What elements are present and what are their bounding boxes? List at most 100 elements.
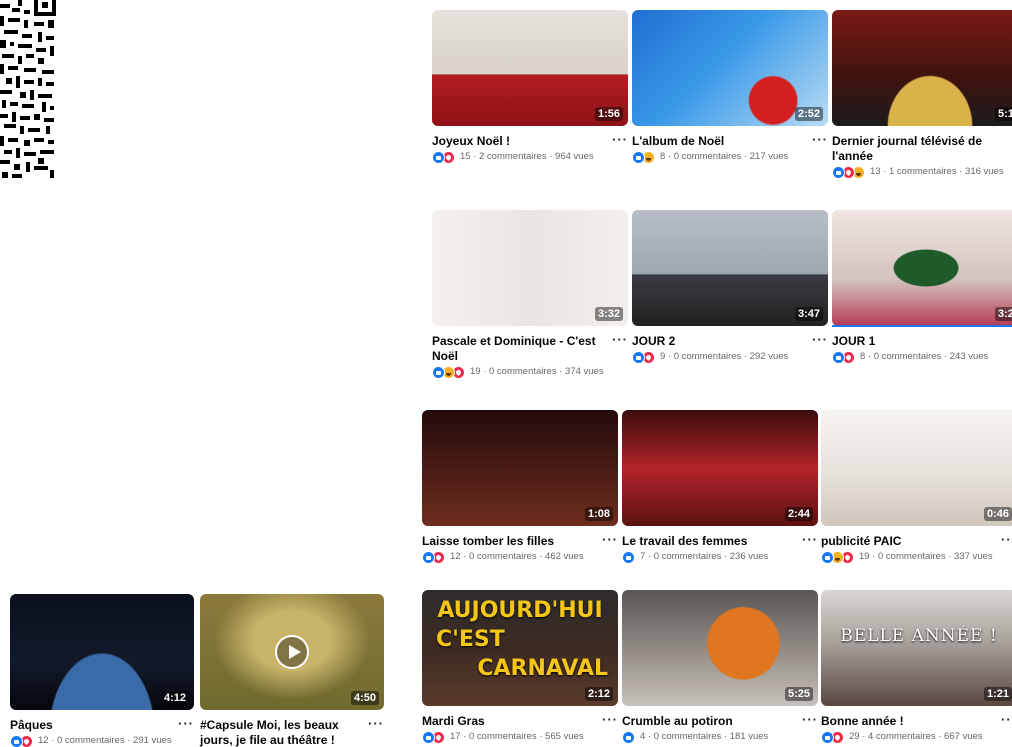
video-duration: 3:47	[794, 307, 823, 321]
video-title[interactable]: #Capsule Moi, les beaux jours, je file a…	[200, 718, 362, 747]
video-stats: 9 · 0 commentaires · 292 vues	[632, 351, 806, 364]
reaction-icons	[632, 351, 655, 364]
like-reaction-icon	[422, 551, 435, 564]
video-duration: 1:21	[983, 687, 1012, 701]
overlay-text: C'EST	[436, 627, 505, 652]
video-card[interactable]: 4:12 Pâques ··· 12 · 0 commentaires · 29…	[10, 594, 194, 747]
more-options-icon[interactable]: ···	[802, 712, 818, 727]
more-options-icon[interactable]: ···	[602, 532, 618, 547]
video-thumbnail[interactable]: 5:25	[622, 590, 818, 706]
video-card[interactable]: 2:44 Le travail des femmes ··· 7 · 0 com…	[622, 410, 818, 564]
like-reaction-icon	[632, 351, 645, 364]
video-card[interactable]: 2:52 L'album de Noël ··· 8 · 0 commentai…	[632, 10, 828, 164]
video-thumbnail[interactable]: 5:10	[832, 10, 1012, 126]
video-title[interactable]: publicité PAIC	[821, 534, 995, 549]
video-duration: 4:12	[160, 691, 189, 705]
like-reaction-icon	[832, 166, 845, 179]
video-stats: 29 · 4 commentaires · 667 vues	[821, 731, 995, 744]
video-stats-text: 19 · 0 commentaires · 337 vues	[859, 551, 993, 562]
video-duration: 5:10	[994, 107, 1012, 121]
reaction-icons	[432, 151, 455, 164]
video-title[interactable]: Mardi Gras	[422, 714, 596, 729]
video-thumbnail[interactable]: 0:46	[821, 410, 1012, 526]
video-title[interactable]: Bonne année !	[821, 714, 995, 729]
video-title[interactable]: Pascale et Dominique - C'est Noël	[432, 334, 606, 364]
video-thumbnail[interactable]: 4:12	[10, 594, 194, 710]
video-title[interactable]: Dernier journal télévisé de l'année	[832, 134, 1006, 164]
video-card[interactable]: 5:10 Dernier journal télévisé de l'année…	[832, 10, 1012, 179]
video-stats-text: 19 · 0 commentaires · 374 vues	[470, 366, 604, 377]
video-title[interactable]: L'album de Noël	[632, 134, 806, 149]
more-options-icon[interactable]: ···	[612, 332, 628, 347]
more-options-icon[interactable]: ···	[178, 716, 194, 731]
video-card[interactable]: 0:46 publicité PAIC ··· 19 · 0 commentai…	[821, 410, 1012, 564]
video-card[interactable]: 1:08 Laisse tomber les filles ··· 12 · 0…	[422, 410, 618, 564]
more-options-icon[interactable]: ···	[802, 532, 818, 547]
video-thumbnail[interactable]: 3:47	[632, 210, 828, 326]
more-options-icon[interactable]: ···	[368, 716, 384, 731]
video-card[interactable]: 5:25 Crumble au potiron ··· 4 · 0 commen…	[622, 590, 818, 744]
reaction-icons	[632, 151, 655, 164]
video-card[interactable]: 3:32 Pascale et Dominique - C'est Noël ·…	[432, 210, 628, 379]
video-thumbnail[interactable]: 3:25	[832, 210, 1012, 326]
reaction-icons	[832, 166, 865, 179]
play-icon[interactable]	[275, 635, 309, 669]
more-options-icon[interactable]: ···	[1001, 712, 1012, 727]
video-duration: 1:08	[584, 507, 613, 521]
video-thumbnail[interactable]: 4:50	[200, 594, 384, 710]
more-options-icon[interactable]: ···	[812, 332, 828, 347]
video-thumbnail[interactable]: 1:56	[432, 10, 628, 126]
reaction-icons	[622, 731, 635, 744]
like-reaction-icon	[432, 151, 445, 164]
video-duration: 4:50	[350, 691, 379, 705]
video-title[interactable]: Pâques	[10, 718, 172, 733]
video-duration: 3:32	[594, 307, 623, 321]
video-card[interactable]: 3:25 JOUR 1 ··· 8 · 0 commentaires · 243…	[832, 210, 1012, 364]
video-stats: 13 · 1 commentaires · 316 vues	[832, 166, 1006, 179]
overlay-text: CARNAVAL	[477, 656, 608, 681]
video-card[interactable]: 3:47 JOUR 2 ··· 9 · 0 commentaires · 292…	[632, 210, 828, 364]
video-title[interactable]: JOUR 1	[832, 334, 1006, 349]
video-card[interactable]: BELLE ANNÉE ! 1:21 Bonne année ! ··· 29 …	[821, 590, 1012, 744]
video-title[interactable]: Joyeux Noël !	[432, 134, 606, 149]
video-thumbnail[interactable]: AUJOURD'HUI C'EST CARNAVAL 2:12	[422, 590, 618, 706]
like-reaction-icon	[832, 351, 845, 364]
video-stats-text: 8 · 0 commentaires · 217 vues	[660, 151, 789, 162]
more-options-icon[interactable]: ···	[602, 712, 618, 727]
video-thumbnail[interactable]: 2:44	[622, 410, 818, 526]
video-duration: 3:25	[994, 307, 1012, 321]
video-title[interactable]: JOUR 2	[632, 334, 806, 349]
video-duration: 2:12	[584, 687, 613, 701]
more-options-icon[interactable]: ···	[612, 132, 628, 147]
video-stats: 8 · 0 commentaires · 217 vues	[632, 151, 806, 164]
video-title[interactable]: Laisse tomber les filles	[422, 534, 596, 549]
video-title[interactable]: Crumble au potiron	[622, 714, 796, 729]
overlay-text: BELLE ANNÉE !	[840, 626, 998, 646]
video-duration: 2:44	[784, 507, 813, 521]
video-stats: 19 · 0 commentaires · 337 vues	[821, 551, 995, 564]
video-stats: 17 · 0 commentaires · 565 vues	[422, 731, 596, 744]
reaction-icons	[422, 731, 445, 744]
video-stats-text: 9 · 0 commentaires · 292 vues	[660, 351, 789, 362]
video-card[interactable]: 1:56 Joyeux Noël ! ··· 15 · 2 commentair…	[432, 10, 628, 164]
video-thumbnail[interactable]: BELLE ANNÉE ! 1:21	[821, 590, 1012, 706]
reaction-icons	[821, 731, 844, 744]
more-options-icon[interactable]: ···	[1001, 532, 1012, 547]
video-card[interactable]: 4:50 #Capsule Moi, les beaux jours, je f…	[200, 594, 384, 747]
video-card[interactable]: AUJOURD'HUI C'EST CARNAVAL 2:12 Mardi Gr…	[422, 590, 618, 744]
video-stats-text: 12 · 0 commentaires · 462 vues	[450, 551, 584, 562]
more-options-icon[interactable]: ···	[812, 132, 828, 147]
video-stats: 12 · 0 commentaires · 462 vues	[422, 551, 596, 564]
video-thumbnail[interactable]: 2:52	[632, 10, 828, 126]
like-reaction-icon	[632, 151, 645, 164]
video-stats-text: 12 · 0 commentaires · 291 vues	[38, 735, 172, 746]
video-title[interactable]: Le travail des femmes	[622, 534, 796, 549]
reaction-icons	[10, 735, 33, 747]
video-thumbnail[interactable]: 1:08	[422, 410, 618, 526]
reaction-icons	[422, 551, 445, 564]
video-stats-text: 8 · 0 commentaires · 243 vues	[860, 351, 989, 362]
video-duration: 0:46	[983, 507, 1012, 521]
video-stats-text: 13 · 1 commentaires · 316 vues	[870, 166, 1004, 177]
like-reaction-icon	[422, 731, 435, 744]
video-thumbnail[interactable]: 3:32	[432, 210, 628, 326]
